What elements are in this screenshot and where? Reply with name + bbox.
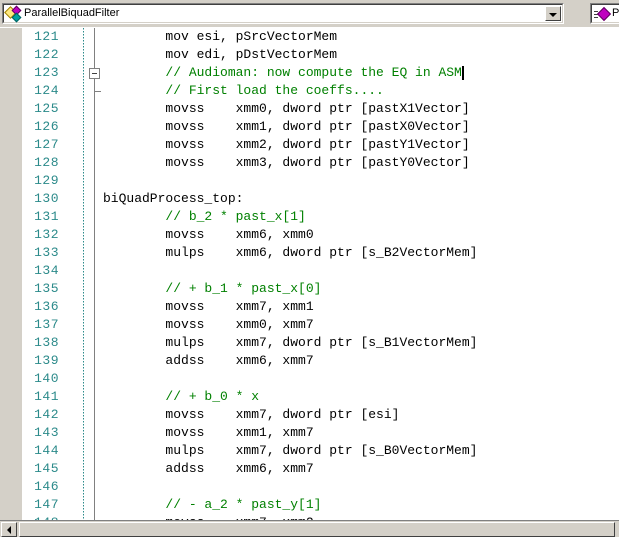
code-line[interactable]: 124 // First load the coeffs....	[23, 82, 619, 100]
code-text: movss xmm7, xmm1	[103, 299, 314, 314]
code-text: movss xmm7, dword ptr [esi]	[103, 407, 400, 422]
line-number: 139	[34, 353, 59, 368]
code-comment: // Audioman: now compute the EQ in ASM	[103, 65, 462, 80]
code-line[interactable]: 126 movss xmm1, dword ptr [pastX0Vector]	[23, 118, 619, 136]
method-diamond-icon	[593, 6, 612, 22]
code-text: mov esi, pSrcVectorMem	[103, 29, 338, 44]
code-line[interactable]: 125 movss xmm0, dword ptr [pastX1Vector]	[23, 100, 619, 118]
code-line[interactable]: 127 movss xmm2, dword ptr [pastY1Vector]	[23, 136, 619, 154]
code-line[interactable]: 130 biQuadProcess_top:	[23, 190, 619, 208]
code-line[interactable]: 129	[23, 172, 619, 190]
line-number: 132	[34, 227, 59, 242]
code-text: movss xmm6, xmm0	[103, 227, 314, 242]
code-text: addss xmm6, xmm7	[103, 461, 314, 476]
line-number: 145	[34, 461, 59, 476]
code-line[interactable]: 128 movss xmm3, dword ptr [pastY0Vector]	[23, 154, 619, 172]
line-number: 128	[34, 155, 59, 170]
code-comment: // + b_0 * x	[103, 389, 260, 404]
class-members-icon	[4, 5, 23, 22]
code-line[interactable]: 145 addss xmm6, xmm7	[23, 460, 619, 478]
code-line[interactable]: 121 mov esi, pSrcVectorMem	[23, 28, 619, 46]
code-line[interactable]: 146	[23, 478, 619, 496]
code-text: mov edi, pDstVectorMem	[103, 47, 338, 62]
selection-margin[interactable]	[0, 28, 23, 520]
code-editor[interactable]: 121 mov esi, pSrcVectorMem 122 mov edi, p…	[0, 28, 619, 520]
line-number: 124	[34, 83, 59, 98]
code-line[interactable]: 143 movss xmm1, xmm7	[23, 424, 619, 442]
code-text: movss xmm0, xmm7	[103, 317, 314, 332]
line-number: 127	[34, 137, 59, 152]
line-number: 131	[34, 209, 59, 224]
line-number: 123	[34, 65, 59, 80]
code-comment: // b_2 * past_x[1]	[103, 209, 306, 224]
member-dropdown[interactable]: P	[590, 3, 619, 24]
chevron-down-icon[interactable]	[545, 6, 561, 21]
code-text: mulps xmm7, dword ptr [s_B1VectorMem]	[103, 335, 478, 350]
horizontal-scrollbar[interactable]	[0, 520, 619, 537]
line-number: 130	[34, 191, 59, 206]
code-line[interactable]: 136 movss xmm7, xmm1	[23, 298, 619, 316]
line-number: 142	[34, 407, 59, 422]
line-number: 122	[34, 47, 59, 62]
line-number: 140	[34, 371, 59, 386]
code-line[interactable]: 142 movss xmm7, dword ptr [esi]	[23, 406, 619, 424]
line-number: 146	[34, 479, 59, 494]
member-dropdown-value: P	[612, 7, 619, 19]
code-text: movss xmm3, dword ptr [pastY0Vector]	[103, 155, 470, 170]
code-lines: 121 mov esi, pSrcVectorMem 122 mov edi, p…	[23, 28, 619, 520]
code-line[interactable]: 134	[23, 262, 619, 280]
line-number: 129	[34, 173, 59, 188]
line-number: 133	[34, 245, 59, 260]
code-line[interactable]: 147 // - a_2 * past_y[1]	[23, 496, 619, 514]
code-comment: // - a_2 * past_y[1]	[103, 497, 322, 512]
code-text: movss xmm1, xmm7	[103, 425, 314, 440]
editor-navigation-bar: ParallelBiquadFilter P	[0, 0, 619, 28]
line-number: 137	[34, 317, 59, 332]
line-number: 126	[34, 119, 59, 134]
line-number: 121	[34, 29, 59, 44]
scrollbar-thumb[interactable]	[19, 522, 615, 537]
code-line[interactable]: 141 // + b_0 * x	[23, 388, 619, 406]
code-line[interactable]: 132 movss xmm6, xmm0	[23, 226, 619, 244]
code-line[interactable]: 137 movss xmm0, xmm7	[23, 316, 619, 334]
code-line[interactable]: 139 addss xmm6, xmm7	[23, 352, 619, 370]
code-text: biQuadProcess_top:	[103, 191, 244, 206]
code-comment: // First load the coeffs....	[103, 83, 384, 98]
code-comment: // + b_1 * past_x[0]	[103, 281, 322, 296]
code-text: addss xmm6, xmm7	[103, 353, 314, 368]
code-line[interactable]: 144 mulps xmm7, dword ptr [s_B0VectorMem…	[23, 442, 619, 460]
line-number: 141	[34, 389, 59, 404]
code-line[interactable]: 122 mov edi, pDstVectorMem	[23, 46, 619, 64]
class-dropdown-value: ParallelBiquadFilter	[24, 7, 120, 19]
class-dropdown[interactable]: ParallelBiquadFilter	[2, 3, 564, 24]
code-line[interactable]: 131 // b_2 * past_x[1]	[23, 208, 619, 226]
code-text: movss xmm0, dword ptr [pastX1Vector]	[103, 101, 470, 116]
arrow-left-icon[interactable]	[1, 522, 17, 537]
line-number: 134	[34, 263, 59, 278]
line-number: 143	[34, 425, 59, 440]
line-number: 135	[34, 281, 59, 296]
code-text: movss xmm1, dword ptr [pastX0Vector]	[103, 119, 470, 134]
code-line[interactable]: 138 mulps xmm7, dword ptr [s_B1VectorMem…	[23, 334, 619, 352]
code-text: mulps xmm6, dword ptr [s_B2VectorMem]	[103, 245, 478, 260]
code-text: movss xmm2, dword ptr [pastY1Vector]	[103, 137, 470, 152]
line-number: 144	[34, 443, 59, 458]
code-line[interactable]: 135 // + b_1 * past_x[0]	[23, 280, 619, 298]
code-surface[interactable]: 121 mov esi, pSrcVectorMem 122 mov edi, p…	[23, 28, 619, 520]
code-line[interactable]: 123 // Audioman: now compute the EQ in A…	[23, 64, 619, 82]
line-number: 125	[34, 101, 59, 116]
line-number: 138	[34, 335, 59, 350]
line-number: 147	[34, 497, 59, 512]
code-line[interactable]: 140	[23, 370, 619, 388]
code-text: mulps xmm7, dword ptr [s_B0VectorMem]	[103, 443, 478, 458]
line-number: 136	[34, 299, 59, 314]
code-line[interactable]: 133 mulps xmm6, dword ptr [s_B2VectorMem…	[23, 244, 619, 262]
